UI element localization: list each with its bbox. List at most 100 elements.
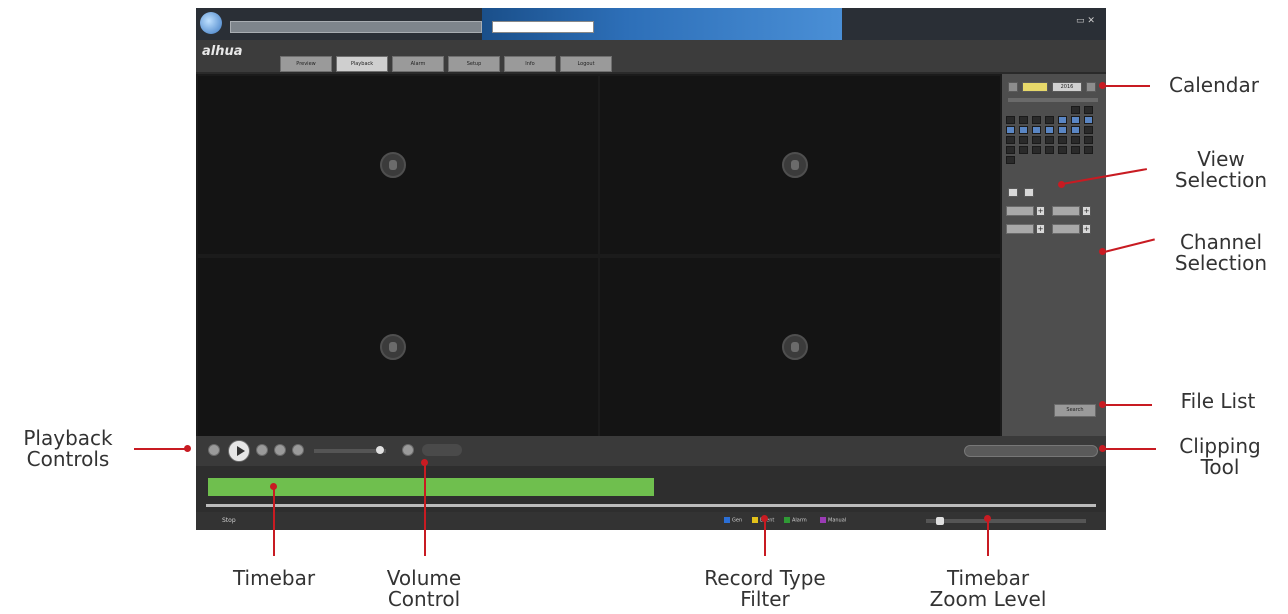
calendar-day[interactable] [1019,146,1028,154]
browser-tab[interactable] [492,21,594,33]
next-month-button[interactable] [1086,82,1096,92]
calendar-day[interactable] [1006,146,1015,154]
channel-select-1[interactable] [1006,206,1034,216]
calendar-day[interactable] [1084,106,1093,114]
calendar-day[interactable] [1006,116,1015,124]
calendar-day[interactable] [1006,136,1015,144]
calendar-weekdays [1008,98,1098,102]
calendar-day[interactable] [1045,146,1054,154]
calendar-day[interactable] [1032,116,1041,124]
marker-file-list [1099,401,1106,408]
file-list-button[interactable]: Search [1054,404,1096,417]
calendar-day[interactable] [1071,106,1080,114]
marker-channel-selection [1099,248,1106,255]
calendar-day[interactable] [1006,126,1015,134]
calendar-day[interactable] [1058,136,1067,144]
calendar-day[interactable] [1084,116,1093,124]
slow-button[interactable] [274,444,286,456]
calendar-day[interactable] [1019,116,1028,124]
app-logo: alhua [202,44,243,59]
calendar-day[interactable] [1032,136,1041,144]
filter-general[interactable]: Gen [724,517,742,524]
calendar-day[interactable] [1006,156,1015,164]
calendar-year[interactable]: 2016 [1052,82,1082,92]
video-pane[interactable] [600,258,1000,436]
calendar-month[interactable] [1022,82,1048,92]
camera-icon [782,334,808,360]
tab-playback[interactable]: Playback [336,56,388,72]
channel-select-4[interactable] [1052,224,1080,234]
side-panel: 2016 + + + + [1002,74,1106,436]
calendar-day[interactable] [1071,126,1080,134]
calendar-day[interactable] [1045,116,1054,124]
tab-info[interactable]: Info [504,56,556,72]
pause-button[interactable] [256,444,268,456]
calendar-day[interactable] [1019,126,1028,134]
speed-control[interactable] [422,444,462,456]
clipping-tool[interactable] [964,445,1098,457]
calendar-day[interactable] [1045,136,1054,144]
label-channel-selection-1: Channel [1179,230,1263,254]
channel-add-2-icon[interactable]: + [1082,206,1091,216]
channel-select-2[interactable] [1052,206,1080,216]
timebar-scroll[interactable] [206,504,1096,507]
playback-control-bar [196,436,1106,466]
timebar-zoom-handle[interactable] [936,517,944,525]
calendar-day[interactable] [1032,126,1041,134]
video-pane[interactable] [198,76,598,254]
calendar-day[interactable] [1045,126,1054,134]
leader-file-list [1104,404,1152,406]
calendar-day[interactable] [1019,136,1028,144]
tab-logout[interactable]: Logout [560,56,612,72]
channel-add-1-icon[interactable]: + [1036,206,1045,216]
calendar-day[interactable] [1058,126,1067,134]
leader-timebar-zoom [987,518,989,556]
label-view-selection-1: View [1197,147,1245,171]
timebar-zoom-slider[interactable] [926,519,1086,523]
window-controls-icon[interactable]: ▭ ✕ [1076,16,1098,32]
camera-icon [380,152,406,178]
channel-add-4-icon[interactable]: + [1082,224,1091,234]
label-playback-controls-1: Playback [23,426,113,450]
channel-add-3-icon[interactable]: + [1036,224,1045,234]
leader-channel-selection [1104,238,1155,253]
label-record-type-filter-2: Filter [740,587,790,611]
label-timebar-zoom-1: Timebar [946,566,1030,590]
calendar-day[interactable] [1084,126,1093,134]
label-timebar-zoom-2: Zoom Level [929,587,1047,611]
calendar-day[interactable] [1071,146,1080,154]
prev-month-button[interactable] [1008,82,1018,92]
calendar-day[interactable] [1058,146,1067,154]
general-dot-icon [724,517,730,523]
view-2x2-button[interactable] [1024,188,1034,197]
volume-handle[interactable] [376,446,384,454]
calendar-day[interactable] [1058,116,1067,124]
leader-timebar [273,486,275,556]
fast-button[interactable] [292,444,304,456]
calendar-day[interactable] [1071,136,1080,144]
calendar-day[interactable] [1084,136,1093,144]
video-pane[interactable] [198,258,598,436]
browser-titlebar: ▭ ✕ [196,8,1106,40]
timebar-area [196,466,1106,512]
channel-select-3[interactable] [1006,224,1034,234]
address-bar[interactable] [230,21,482,33]
calendar-day[interactable] [1071,116,1080,124]
filter-alarm[interactable]: Alarm [784,517,807,524]
calendar-day[interactable] [1084,146,1093,154]
video-pane[interactable] [600,76,1000,254]
tab-preview[interactable]: Preview [280,56,332,72]
tab-setup[interactable]: Setup [448,56,500,72]
label-calendar: Calendar [1169,73,1259,97]
calendar-day[interactable] [1032,146,1041,154]
marker-view-selection [1058,181,1065,188]
label-channel-selection-2: Selection [1174,251,1268,275]
camera-icon [782,152,808,178]
view-1x1-button[interactable] [1008,188,1018,197]
speaker-icon[interactable] [402,444,414,456]
play-button[interactable] [228,440,250,462]
stop-button[interactable] [208,444,220,456]
filter-manual[interactable]: Manual [820,517,846,524]
label-file-list: File List [1180,389,1256,413]
tab-alarm[interactable]: Alarm [392,56,444,72]
